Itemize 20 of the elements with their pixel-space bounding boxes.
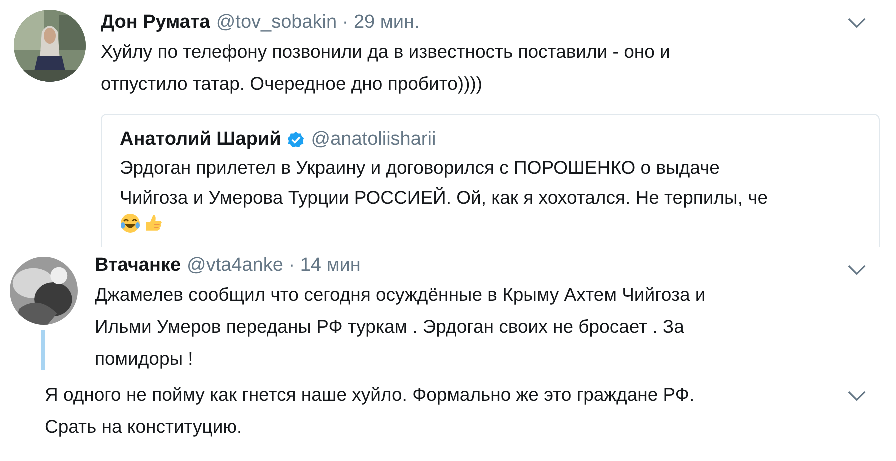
chevron-down-icon[interactable] (848, 18, 866, 29)
quoted-text: Эрдоган прилетел в Украину и договорился с ПОРОШЕНКО о выдаче (120, 156, 721, 180)
tweet-text: Ильми Умеров переданы РФ туркам . Эрдоган своих не бросает . За (95, 315, 686, 339)
handle[interactable]: @anatoliisharii (311, 127, 436, 153)
author-name[interactable]: Анатолий Шарий (120, 127, 282, 153)
tweet-text: помидоры ! (95, 347, 194, 371)
reply-text: Срать на конституцию. (45, 415, 242, 439)
reply-text: Я одного не пойму как гнется наше хуйло. Формально же это граждане РФ. (45, 383, 695, 407)
quoted-text: Чийгоза и Умерова Турции РОССИЕЙ. Ой, как я хохотался. Не терпилы, че (120, 186, 770, 210)
thumbs-up-icon (143, 213, 164, 234)
chevron-down-icon[interactable] (848, 391, 866, 402)
chevron-down-icon[interactable] (848, 265, 866, 276)
tweet-text: Хуйлу по телефону позвонили да в известность поставили - оно и (101, 40, 672, 64)
handle-time[interactable]: @vta4anke · 14 мин (187, 253, 361, 279)
author-name[interactable]: Втачанке (95, 253, 182, 279)
author-name[interactable]: Дон Румата (101, 10, 210, 36)
handle-time[interactable]: @tov_sobakin · 29 мин. (216, 10, 420, 36)
laughing-emoji-icon (120, 213, 141, 234)
tweet-text: Джамелев сообщил что сегодня осуждённые в Крыму Ахтем Чийгоза и (95, 283, 707, 307)
tweet-text: отпустило татар. Очередное дно пробито)))) (101, 72, 484, 96)
